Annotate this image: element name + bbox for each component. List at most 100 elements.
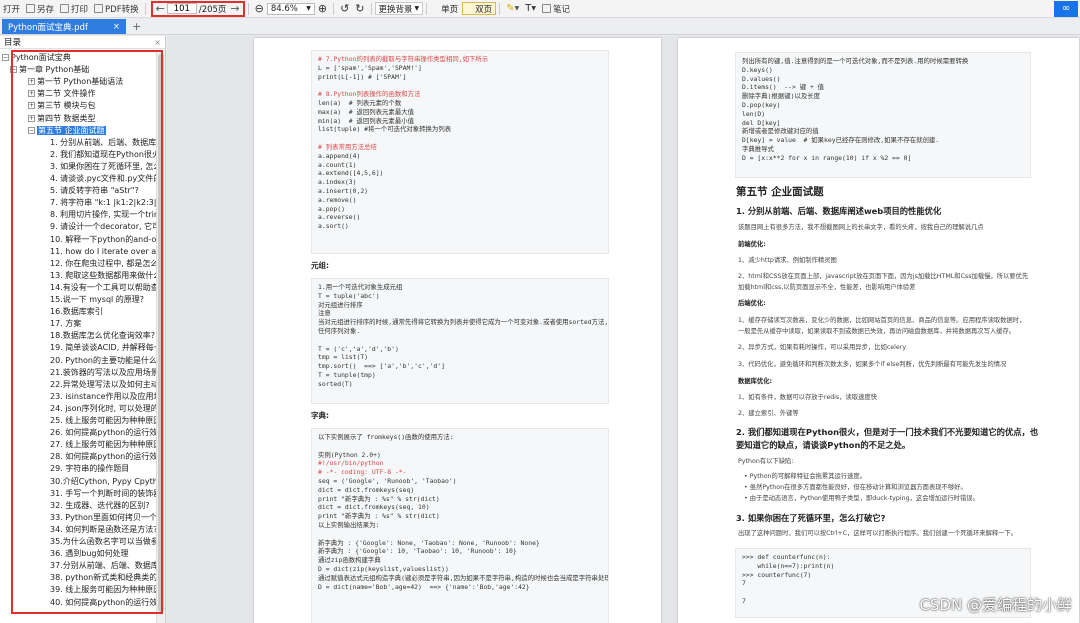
expand-toggle-icon[interactable]: + [28, 78, 35, 86]
toc-item[interactable]: 11. how do I iterate over a se [50, 246, 156, 257]
toc-item[interactable]: 14.有没有一个工具可以帮助查找 [50, 282, 156, 293]
save-as-button[interactable]: 另存 [23, 0, 57, 18]
code-line: a.sort() [318, 222, 349, 231]
toc-item[interactable]: 25. 线上服务可能因为种种原因导 [50, 415, 156, 426]
toc-item-label: 第二节 文件操作 [37, 89, 96, 99]
toc-item[interactable]: 22.异常处理写法以及如何主动抛 [50, 379, 156, 390]
toc-item[interactable]: 27. 线上服务可能因为种种原因导 [50, 439, 156, 450]
prev-page-arrow-icon[interactable]: ← [156, 2, 165, 15]
expand-toggle-icon[interactable]: + [28, 114, 35, 122]
toc-item[interactable]: 36. 遇到bug如何处理 [50, 548, 129, 559]
toc-item[interactable]: 12. 你在爬虫过程中, 都是怎么处 [50, 258, 156, 269]
toc-section-item[interactable]: + 第四节 数据类型 [28, 113, 96, 124]
toc-item-label: 30.介绍Cython, Pypy Cpython [50, 476, 156, 486]
toc-item-label: 第四节 数据类型 [37, 113, 96, 123]
open-button[interactable]: 打开 [0, 0, 23, 18]
expand-toggle-icon[interactable]: − [28, 126, 35, 134]
toc-item[interactable]: 33. Python里面如何拷贝一个对象 [50, 512, 156, 523]
toc-item[interactable]: 30.介绍Cython, Pypy Cpython [50, 476, 156, 487]
toc-item[interactable]: 31. 手写一个判断时间的装饰器 [50, 488, 156, 499]
print-button[interactable]: 打印 [57, 0, 91, 18]
toc-item[interactable]: 39. 线上服务可能因为种种原因导 [50, 584, 156, 595]
toc-section-item[interactable]: + 第一节 Python基础语法 [28, 76, 123, 87]
code-line: a.reverse() [318, 213, 361, 222]
toc-item[interactable]: 28. 如何提高python的运行效率 [50, 451, 156, 462]
toc-item[interactable]: 3. 如果你困在了死循环里, 怎么 [50, 161, 156, 172]
next-page-arrow-icon[interactable]: → [230, 2, 239, 15]
code-line: 对元组进行排序 [318, 300, 363, 309]
toc-item[interactable]: 16.数据库索引 [50, 306, 103, 317]
toc-item[interactable]: 10. 解释一下python的and-or语 [50, 234, 156, 245]
toc-item[interactable]: 13. 爬取这些数据都用来做什么? [50, 270, 156, 281]
notes-button[interactable]: 笔记 [539, 0, 573, 18]
double-page-button[interactable]: 双页 [462, 2, 497, 15]
page-number-input[interactable] [166, 3, 197, 14]
rotate-left-button[interactable]: ↺ [337, 0, 352, 18]
toc-item[interactable]: 19. 简单谈谈ACID, 并解释每一个 [50, 342, 156, 353]
toc-item[interactable]: 37.分别从前端、后端、数据库阐 [50, 560, 156, 571]
toc-section-item[interactable]: − Python面试宝典 [2, 52, 71, 63]
code-line: 新增或者是修改键对应的值 [742, 127, 819, 136]
toc-item[interactable]: 32. 生成器、迭代器的区别? [50, 500, 150, 511]
sync-icon[interactable]: ∞ [1054, 0, 1078, 17]
toc-item[interactable]: 18.数据库怎么优化查询效率? [50, 330, 155, 341]
code-line: dict = dict.fromkeys(seq, 10) [318, 503, 430, 512]
code-line: # 列表常用方法总结 [318, 142, 377, 151]
toc-item[interactable]: 5. 请反转字符串 "aStr"? [50, 185, 139, 196]
add-tab-button[interactable]: + [132, 19, 141, 34]
text-button[interactable]: T ▼ [522, 0, 539, 18]
toc-item[interactable]: 29. 字符串的操作题目 [50, 463, 129, 474]
toc-item[interactable]: 35.为什么函数名字可以当做参数 [50, 536, 156, 547]
toc-section-item[interactable]: − 第五节 企业面试题 [28, 125, 106, 136]
toc-item[interactable]: 20. Python的主要功能是什么? [50, 355, 156, 366]
toc-item[interactable]: 26. 如何提高python的运行效率 [50, 427, 156, 438]
expand-toggle-icon[interactable]: + [28, 90, 35, 98]
toc-item[interactable]: 8. 利用切片操作, 实现一个trim( [50, 209, 156, 220]
zoom-select[interactable]: 84.6% ▼ [266, 2, 315, 15]
code-line: print "新字典为 : %s" % str(dict) [318, 512, 440, 521]
toc-item[interactable]: 21.装饰器的写法以及应用场景 [50, 367, 156, 378]
code-block: 1.用一个可迭代对象生成元组 T = tuple('abc') 对元组进行排序 注意当… [311, 278, 609, 404]
highlight-button[interactable]: ✎ ▼ [503, 0, 522, 18]
document-viewer[interactable]: # 7.Python的列表的截取与字符串操作类型相同,如下所示 L = ['spa… [167, 36, 1080, 623]
toc-item-label: 7. 将字符串 "k:1 |k1:2|k2:3|k3: [50, 198, 156, 208]
toc-item[interactable]: 2. 我们都知道现在Python很火, [50, 149, 156, 160]
toc-item[interactable]: 23. isinstance作用以及应用场景 [50, 391, 156, 402]
paragraph: 1、如有条件，数据可以存放于redis，读取速度快 [738, 394, 877, 401]
toc-section-item[interactable]: + 第三节 模块与包 [28, 100, 96, 111]
zoom-out-button[interactable]: ⊖ [252, 0, 267, 18]
expand-toggle-icon[interactable]: + [28, 102, 35, 110]
toc-section-item[interactable]: − 第一章 Python基础 [10, 64, 89, 75]
close-tab-icon[interactable]: × [113, 22, 120, 32]
toc-scrollbar[interactable] [156, 50, 165, 623]
close-sidebar-icon[interactable]: × [154, 38, 161, 47]
single-page-button[interactable]: 单页 [430, 2, 462, 15]
toc-item[interactable]: 17. 方案 [50, 318, 81, 329]
toc-item[interactable]: 38. python新式类和经典类的区别 [50, 572, 156, 583]
toc-item[interactable]: 34. 如何判断是函数还是方法? [50, 524, 156, 535]
background-select[interactable]: 更换背景 ▼ [374, 2, 424, 15]
code-line: a.remove() [318, 195, 357, 204]
toc-item[interactable]: 1. 分别从前端、后端、数据库阐 [50, 137, 156, 148]
code-line: max(a) # 返回列表元素最大值 [318, 107, 414, 116]
toc-item-label: 12. 你在爬虫过程中, 都是怎么处 [50, 258, 156, 268]
code-line: >>> def counterfunc(n): [742, 553, 831, 561]
document-tab[interactable]: Python面试宝典.pdf × [2, 19, 126, 34]
toc-item[interactable]: 40. 如何提高python的运行效率 [50, 597, 156, 608]
paragraph: Python有以下缺陷: [738, 458, 794, 465]
toc-item[interactable]: 15.说一下 mysql 的原理? [50, 294, 144, 305]
code-line: D.pop(key) [742, 100, 781, 109]
pdf-convert-button[interactable]: PDF转换 [91, 0, 142, 18]
scrollbar-thumb[interactable] [158, 54, 164, 612]
expand-toggle-icon[interactable]: − [10, 66, 17, 74]
toc-item[interactable]: 4. 请谈谈.pyc文件和.py文件的不 [50, 173, 156, 184]
toc-section-item[interactable]: + 第二节 文件操作 [28, 88, 96, 99]
rotate-right-button[interactable]: ↻ [352, 0, 367, 18]
toc-item[interactable]: 7. 将字符串 "k:1 |k1:2|k2:3|k3: [50, 197, 156, 208]
code-line: 7 [742, 579, 746, 588]
expand-toggle-icon[interactable]: − [2, 54, 9, 61]
toc-item[interactable]: 24. json序列化时, 可以处理的数 [50, 403, 156, 414]
code-line: seq = ('Google', 'Runoob', 'Taobao') [318, 476, 457, 485]
toc-item[interactable]: 9. 请设计一个decorator, 它可作 [50, 221, 156, 232]
zoom-in-button[interactable]: ⊕ [315, 0, 330, 18]
